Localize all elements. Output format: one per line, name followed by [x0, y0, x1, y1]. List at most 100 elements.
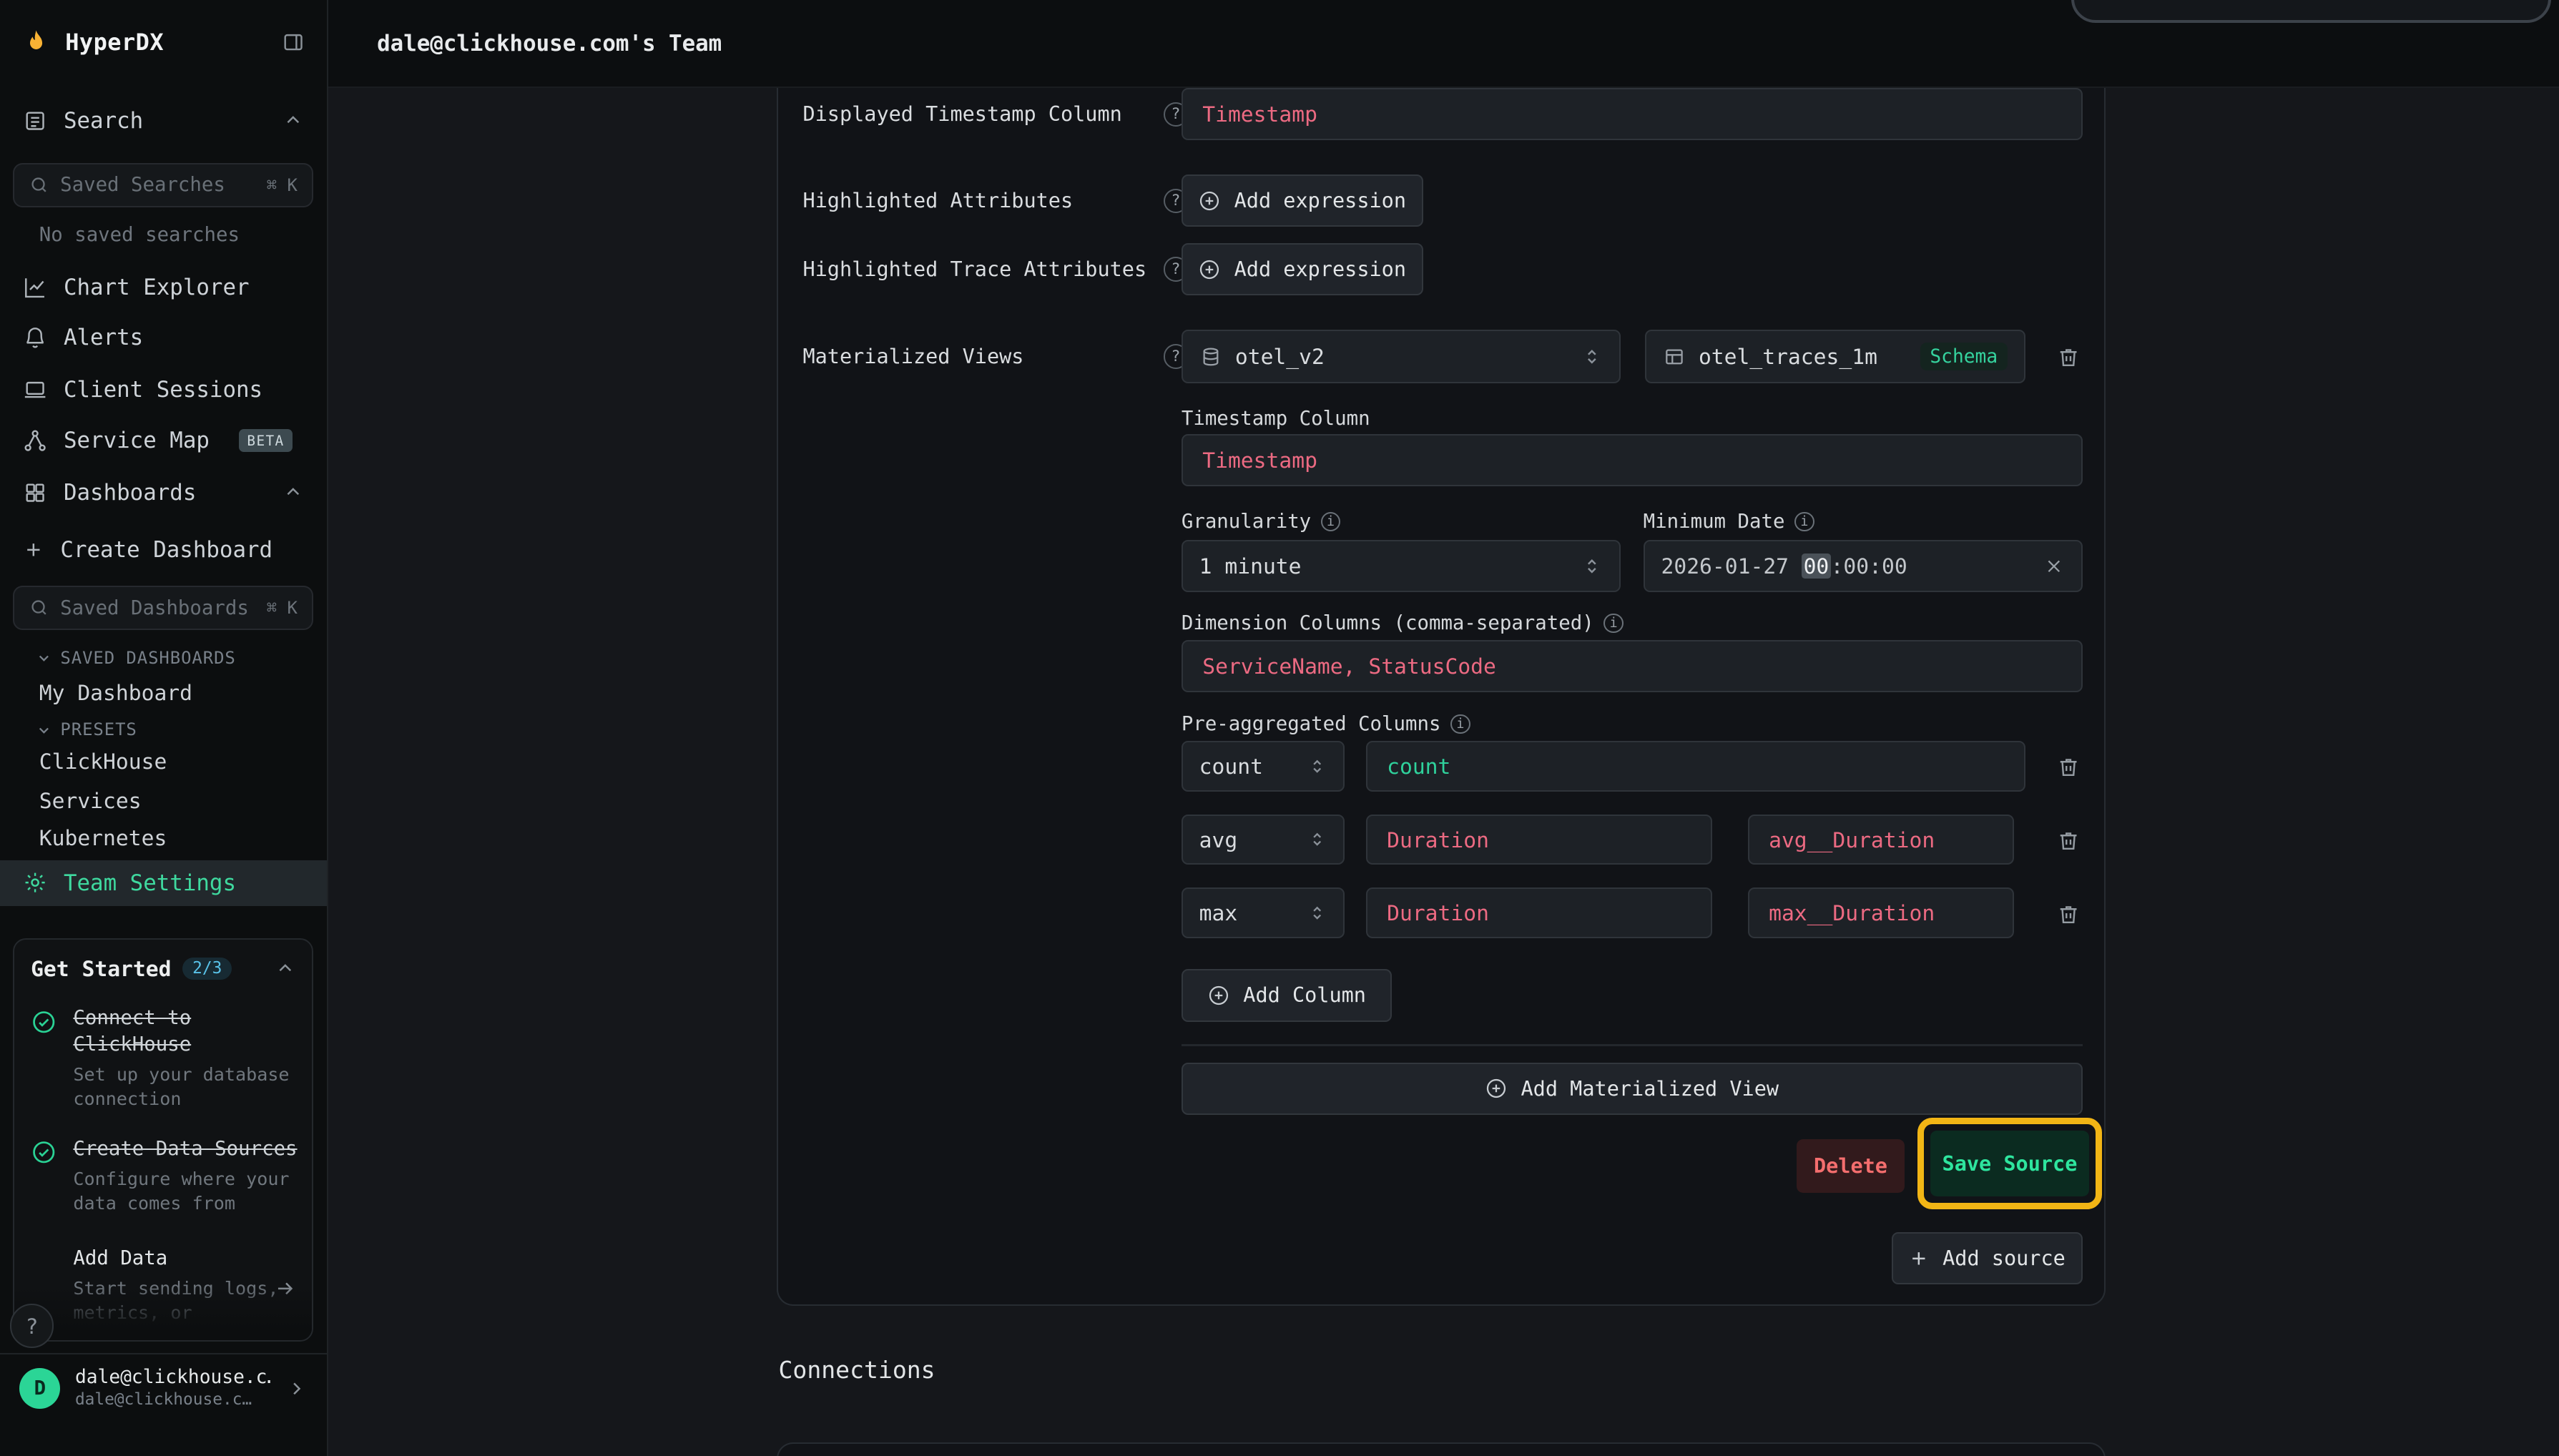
chevron-up-icon[interactable]	[283, 482, 304, 503]
agg-alias-input[interactable]	[1748, 815, 2014, 865]
sidebar-item-service-map[interactable]: Service Map BETA	[0, 418, 327, 463]
avatar: D	[19, 1368, 60, 1409]
add-source-button[interactable]: Add source	[1892, 1232, 2083, 1284]
minimum-date-label: Minimum Date i	[1644, 511, 1814, 533]
database-icon	[1199, 345, 1222, 368]
plus-circle-icon	[1207, 984, 1230, 1007]
granularity-select[interactable]: 1 minute	[1182, 540, 1621, 592]
header-search-pill[interactable]	[2071, 0, 2551, 23]
chart-icon	[23, 275, 47, 300]
sidebar-item-label: Dashboards	[64, 480, 196, 506]
user-menu[interactable]: D dale@clickhouse.c… dale@clickhouse.c…	[0, 1353, 327, 1423]
select-value: avg	[1199, 827, 1238, 852]
field-label: Highlighted Trace Attributes	[802, 257, 1146, 281]
no-saved-searches-note: No saved searches	[39, 224, 240, 246]
add-materialized-view-button[interactable]: Add Materialized View	[1182, 1063, 2083, 1115]
sidebar-item-team-settings[interactable]: Team Settings	[0, 860, 327, 906]
sidebar-item-dashboards[interactable]: Dashboards	[0, 470, 327, 516]
plus-circle-icon	[1485, 1077, 1508, 1100]
chevron-up-icon[interactable]	[275, 958, 296, 980]
plus-icon	[1908, 1248, 1930, 1269]
clear-date-icon[interactable]	[2043, 556, 2065, 577]
info-icon[interactable]: i	[1450, 714, 1470, 734]
search-icon	[29, 175, 49, 195]
select-value: otel_traces_1m	[1699, 344, 1877, 369]
info-icon[interactable]: i	[1794, 512, 1814, 531]
plus-icon	[23, 539, 44, 561]
sidebar-item-search[interactable]: Search	[0, 98, 327, 144]
field-label: Materialized Views	[802, 345, 1023, 368]
button-label: Add Materialized View	[1521, 1077, 1779, 1101]
app-root: HyperDX Search ⌘ K No saved searches Cha…	[0, 0, 2559, 1456]
aggfn-select[interactable]: max	[1182, 887, 1345, 938]
select-value: count	[1199, 754, 1263, 779]
get-started-step-connect[interactable]: Connect to ClickHouse Set up your databa…	[31, 1005, 295, 1111]
agg-expression-input[interactable]	[1366, 741, 2025, 792]
step-title: Connect to ClickHouse	[73, 1005, 298, 1058]
saved-searches-box[interactable]: ⌘ K	[13, 163, 313, 207]
dashboard-link-label: My Dashboard	[39, 680, 192, 705]
delete-row-trash-icon[interactable]	[2056, 752, 2083, 782]
help-button[interactable]: ?	[10, 1304, 54, 1348]
minimum-date-input[interactable]: 2026-01-2700:00:00	[1644, 540, 2083, 592]
add-expression-button[interactable]: Add expression	[1182, 243, 1423, 295]
mv-timestamp-input[interactable]	[1182, 434, 2083, 486]
chevron-down-icon	[36, 722, 52, 738]
sidebar-item-label: Alerts	[64, 325, 143, 350]
agg-expression-input[interactable]	[1366, 815, 1712, 865]
aggfn-select[interactable]: count	[1182, 741, 1345, 792]
info-icon[interactable]: i	[1321, 512, 1340, 531]
laptop-icon	[23, 378, 47, 402]
saved-searches-input[interactable]	[60, 174, 255, 196]
delete-row-trash-icon[interactable]	[2056, 826, 2083, 855]
sidebar-item-clickhouse[interactable]: ClickHouse	[0, 744, 327, 779]
aggfn-select[interactable]: avg	[1182, 815, 1345, 865]
saved-dashboards-section[interactable]: SAVED DASHBOARDS	[0, 646, 327, 669]
sidebar-item-label: Client Sessions	[64, 377, 262, 403]
database-select[interactable]: otel_v2	[1182, 330, 1621, 383]
sidebar-item-my-dashboard[interactable]: My Dashboard	[0, 676, 327, 710]
saved-dashboards-box[interactable]: ⌘ K	[13, 586, 313, 630]
presets-section[interactable]: PRESETS	[0, 718, 327, 741]
dashboards-grid-icon	[23, 481, 47, 505]
sidebar-item-chart-explorer[interactable]: Chart Explorer	[0, 265, 327, 310]
sidebar-header: HyperDX	[0, 0, 327, 85]
schema-link[interactable]: Schema	[1920, 343, 2008, 370]
agg-expression-input[interactable]	[1366, 887, 1712, 938]
chevron-updown-icon	[1307, 830, 1327, 849]
button-label: Add expression	[1234, 257, 1406, 281]
dimension-columns-label: Dimension Columns (comma-separated) i	[1182, 612, 1624, 634]
brand-name: HyperDX	[65, 29, 164, 56]
delete-row-trash-icon[interactable]	[2056, 899, 2083, 928]
sidebar-item-kubernetes[interactable]: Kubernetes	[0, 821, 327, 855]
delete-source-button[interactable]: Delete	[1797, 1139, 1905, 1193]
sidebar-item-services[interactable]: Services	[0, 783, 327, 817]
delete-view-trash-icon[interactable]	[2056, 343, 2083, 372]
table-select[interactable]: otel_traces_1m Schema	[1645, 330, 2025, 383]
preagg-columns-label: Pre-aggregated Columns i	[1182, 713, 1470, 735]
card-fade-overlay	[14, 1284, 312, 1340]
get-started-step-sources[interactable]: Create Data Sources Configure where your…	[31, 1136, 295, 1216]
granularity-label: Granularity i	[1182, 511, 1340, 533]
hyperdx-logo-icon	[21, 28, 51, 57]
chevron-up-icon[interactable]	[283, 110, 304, 132]
create-dashboard-label: Create Dashboard	[60, 537, 272, 563]
service-map-icon	[23, 428, 47, 453]
main: dale@clickhouse.com's Team Displayed Tim…	[328, 0, 2559, 1456]
saved-dashboards-input[interactable]	[60, 597, 255, 619]
source-form-panel: Displayed Timestamp Column ? Highlighted…	[777, 88, 2106, 1305]
save-source-highlight: Save Source	[1917, 1118, 2102, 1209]
displayed-timestamp-input[interactable]	[1182, 88, 2083, 140]
info-icon[interactable]: i	[1603, 614, 1623, 633]
button-label: Add Column	[1243, 983, 1366, 1007]
agg-alias-input[interactable]	[1748, 887, 2014, 938]
add-expression-button[interactable]: Add expression	[1182, 174, 1423, 227]
sidebar-item-client-sessions[interactable]: Client Sessions	[0, 367, 327, 413]
create-dashboard-button[interactable]: Create Dashboard	[0, 527, 327, 573]
dimension-columns-input[interactable]	[1182, 640, 2083, 692]
save-source-button[interactable]: Save Source	[1930, 1131, 2089, 1196]
sidebar-item-alerts[interactable]: Alerts	[0, 315, 327, 360]
add-column-button[interactable]: Add Column	[1182, 969, 1392, 1021]
sidebar-collapse-icon[interactable]	[281, 30, 305, 54]
select-value: max	[1199, 900, 1238, 925]
